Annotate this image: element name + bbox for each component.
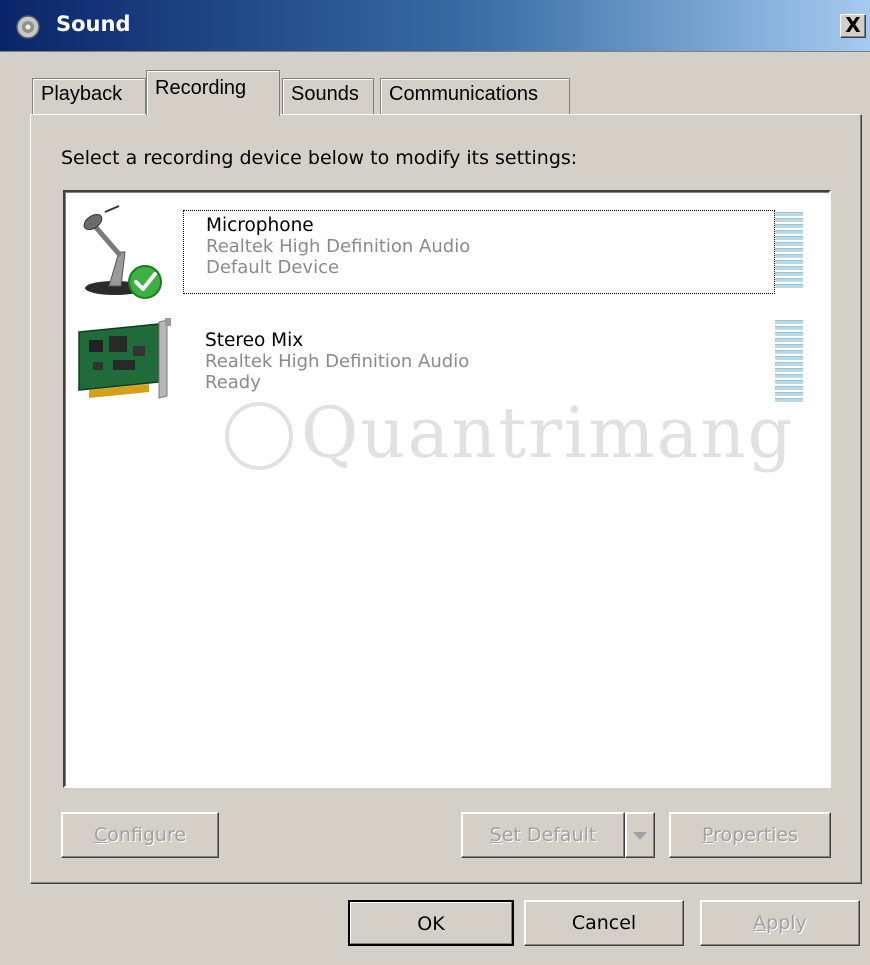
- tab-recording[interactable]: Recording: [146, 70, 280, 116]
- title-bar[interactable]: Sound X: [0, 0, 870, 52]
- device-details: Microphone Realtek High Definition Audio…: [183, 210, 775, 294]
- properties-button[interactable]: Properties: [669, 812, 831, 858]
- set-default-button[interactable]: Set Default: [461, 812, 625, 858]
- level-meter: [775, 212, 805, 290]
- device-name: Stereo Mix: [205, 330, 304, 351]
- recording-panel: Select a recording device below to modif…: [30, 114, 862, 884]
- microphone-icon: [83, 205, 162, 299]
- cancel-button[interactable]: Cancel: [524, 900, 684, 946]
- list-item[interactable]: Microphone Realtek High Definition Audio…: [65, 196, 827, 316]
- instruction-text: Select a recording device below to modif…: [61, 147, 578, 169]
- device-name: Microphone: [206, 215, 314, 236]
- device-list[interactable]: Microphone Realtek High Definition Audio…: [63, 190, 831, 788]
- device-driver: Realtek High Definition Audio: [205, 351, 470, 372]
- configure-button[interactable]: Configure: [61, 812, 219, 858]
- tab-playback[interactable]: Playback: [32, 78, 146, 114]
- chevron-down-icon: [633, 831, 647, 840]
- device-status: Default Device: [206, 257, 340, 278]
- device-driver: Realtek High Definition Audio: [206, 236, 471, 257]
- close-button[interactable]: X: [840, 14, 866, 38]
- speaker-icon: [16, 15, 40, 39]
- window-title: Sound: [56, 12, 131, 36]
- device-details: Stereo Mix Realtek High Definition Audio…: [183, 326, 775, 410]
- list-item[interactable]: Stereo Mix Realtek High Definition Audio…: [65, 312, 827, 432]
- ok-button[interactable]: OK: [348, 900, 514, 946]
- level-meter: [775, 320, 805, 404]
- set-default-dropdown-button[interactable]: [625, 812, 655, 858]
- device-status: Ready: [205, 372, 261, 393]
- apply-button[interactable]: Apply: [700, 900, 860, 946]
- tab-sounds[interactable]: Sounds: [282, 78, 374, 114]
- sound-card-icon: [78, 318, 171, 399]
- tab-communications[interactable]: Communications: [380, 78, 570, 114]
